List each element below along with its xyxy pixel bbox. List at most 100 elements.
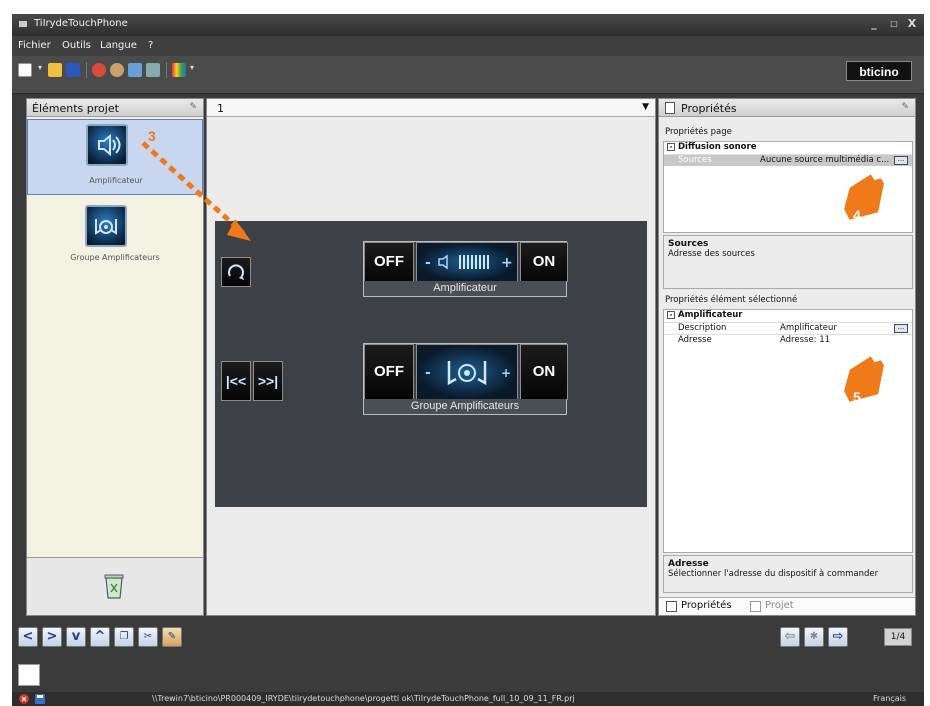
- element-property-grid: - Amplificateur Description Amplificateu…: [663, 309, 913, 553]
- menu-help[interactable]: ?: [148, 40, 153, 51]
- tab-label: Propriétés: [681, 600, 732, 611]
- callout-5: 5: [853, 389, 861, 405]
- volume-control[interactable]: - +: [416, 242, 518, 282]
- collapse-icon[interactable]: -: [667, 311, 675, 319]
- group-caption: Amplificateur: [364, 281, 566, 296]
- properties-icon: [665, 102, 675, 114]
- toolbar-divider: [166, 62, 167, 78]
- open-folder-icon[interactable]: [48, 63, 62, 77]
- drag-arrow: [141, 141, 251, 241]
- page-count: 1/4: [884, 628, 912, 646]
- page-selector-value: 1: [217, 102, 224, 115]
- speaker-group-icon: [85, 205, 127, 247]
- group-volume-control[interactable]: - +: [416, 344, 518, 400]
- toolbar-divider: [86, 62, 87, 78]
- trash-icon: [104, 574, 124, 599]
- app-icon: [19, 21, 27, 27]
- project-icon: [750, 601, 761, 612]
- save-status-icon: [35, 694, 45, 704]
- property-row-description[interactable]: Description Amplificateur ...: [664, 322, 912, 334]
- settings-icon[interactable]: ✱: [804, 627, 824, 647]
- blank-box: [18, 664, 40, 686]
- tool-icon-1[interactable]: [92, 63, 106, 77]
- property-key: Sources: [678, 155, 712, 165]
- on-button[interactable]: ON: [520, 344, 568, 400]
- bottom-toolbar: < > v ^ ❐ ✂ ✎ ⇦ ✱ ⇨ 1/4: [12, 618, 924, 658]
- pin-icon[interactable]: ✎: [189, 102, 197, 112]
- property-value: Aucune source multimédia c...: [760, 155, 890, 165]
- chevron-up-icon[interactable]: ^: [90, 627, 110, 647]
- on-button[interactable]: ON: [520, 242, 568, 282]
- window-title: TiIrydeTouchPhone: [34, 18, 128, 29]
- description-text: Sélectionner l'adresse du dispositif à c…: [668, 569, 879, 579]
- amplificateur-control[interactable]: OFF - + ON Amplificateur: [363, 241, 568, 297]
- trash-area[interactable]: [27, 557, 203, 615]
- touch-panel-preview: |<< >>| OFF - + ON Amplificateur OFF - + O…: [215, 221, 647, 507]
- chevron-left-icon[interactable]: <: [18, 627, 38, 647]
- sources-description: Sources Adresse des sources: [663, 235, 913, 289]
- properties-tabs: Propriétés Projet: [659, 597, 915, 615]
- colors-dropdown-icon[interactable]: ▾: [190, 63, 196, 77]
- cut-icon[interactable]: ✂: [138, 627, 158, 647]
- property-value: Adresse: 11: [780, 335, 831, 345]
- chevron-down-icon[interactable]: ▼: [642, 102, 649, 112]
- properties-panel-header: Propriétés ✎: [659, 99, 915, 117]
- properties-icon: [666, 601, 677, 612]
- paint-icon[interactable]: ✎: [162, 627, 182, 647]
- tool-icon-4[interactable]: [146, 63, 160, 77]
- properties-panel-title: Propriétés: [681, 102, 737, 115]
- groupe-amplificateurs-control[interactable]: OFF - + ON Groupe Amplificateurs: [363, 343, 568, 415]
- group-caption: Groupe Amplificateurs: [364, 399, 566, 414]
- property-category[interactable]: - Amplificateur: [664, 310, 912, 322]
- ellipsis-button[interactable]: ...: [894, 156, 908, 165]
- next-track-button[interactable]: >>|: [253, 361, 283, 401]
- svg-text:+: +: [501, 255, 513, 271]
- copy-icon[interactable]: ❐: [114, 627, 134, 647]
- property-value: Amplificateur: [780, 323, 837, 333]
- new-dropdown-icon[interactable]: ▾: [38, 63, 44, 77]
- ellipsis-button[interactable]: ...: [894, 324, 908, 333]
- svg-text:+: +: [501, 366, 511, 380]
- description-title: Sources: [668, 239, 709, 249]
- property-row-adresse[interactable]: Adresse Adresse: 11: [664, 334, 912, 346]
- off-button[interactable]: OFF: [364, 344, 414, 400]
- page-editor: 1 ▼ |<< >>| OFF -+ ON Amplificateur OFF: [141, 98, 656, 616]
- speaker-icon: [86, 124, 128, 166]
- property-category[interactable]: - Diffusion sonore: [664, 142, 912, 154]
- close-button[interactable]: X: [906, 18, 918, 30]
- svg-text:-: -: [425, 255, 431, 271]
- page-properties-label: Propriétés page: [665, 127, 732, 137]
- tab-proprietes[interactable]: Propriétés: [665, 600, 732, 612]
- save-icon[interactable]: [66, 63, 80, 77]
- minimize-button[interactable]: _: [868, 18, 880, 30]
- toolbar: ▾ ▾ bticino: [12, 56, 924, 94]
- callout-hand-4: [841, 171, 887, 223]
- previous-track-button[interactable]: |<<: [221, 361, 251, 401]
- maximize-button[interactable]: □: [888, 18, 900, 30]
- elements-panel-title: Éléments projet: [32, 102, 119, 115]
- colors-icon[interactable]: [172, 63, 186, 77]
- page-selector[interactable]: 1 ▼: [207, 99, 655, 117]
- tab-projet[interactable]: Projet: [749, 600, 794, 612]
- menu-langue[interactable]: Langue: [100, 40, 137, 51]
- bticino-logo: bticino: [846, 61, 912, 81]
- tool-icon-3[interactable]: [128, 63, 142, 77]
- menu-outils[interactable]: Outils: [62, 40, 91, 51]
- svg-text:-: -: [425, 365, 431, 381]
- arrow-right-icon[interactable]: ⇨: [828, 627, 848, 647]
- new-file-icon[interactable]: [18, 63, 32, 77]
- arrow-left-icon[interactable]: ⇦: [780, 627, 800, 647]
- error-icon: [19, 694, 29, 704]
- logo-text: bticino: [859, 65, 899, 79]
- pin-icon[interactable]: ✎: [901, 102, 909, 112]
- chevron-right-icon[interactable]: >: [42, 627, 62, 647]
- description-text: Adresse des sources: [668, 249, 755, 259]
- menu-fichier[interactable]: Fichier: [18, 40, 51, 51]
- off-button[interactable]: OFF: [364, 242, 414, 282]
- callout-4: 4: [853, 207, 861, 223]
- tool-icon-2[interactable]: [110, 63, 124, 77]
- chevron-down-icon[interactable]: v: [66, 627, 86, 647]
- callout-3: 3: [148, 128, 156, 144]
- collapse-icon[interactable]: -: [667, 143, 675, 151]
- property-row-sources[interactable]: Sources Aucune source multimédia c... ..…: [664, 154, 912, 166]
